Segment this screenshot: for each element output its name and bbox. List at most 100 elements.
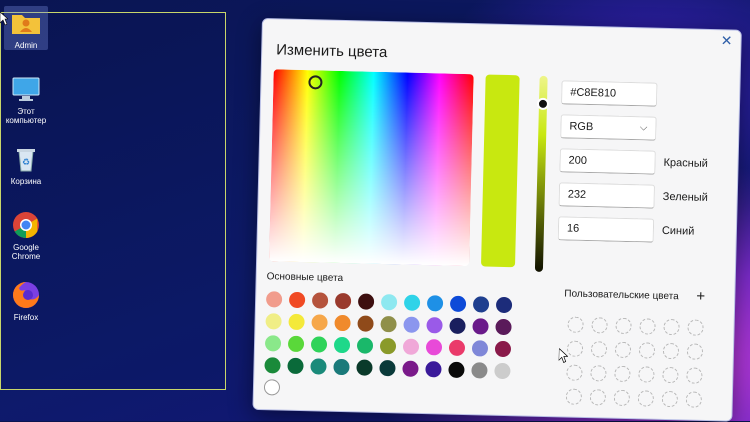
custom-color-slot[interactable] — [686, 367, 703, 384]
basic-color-swatch[interactable] — [380, 315, 397, 333]
basic-color-swatch[interactable] — [495, 318, 512, 336]
add-custom-color-button[interactable]: + — [696, 288, 705, 305]
close-icon: ✕ — [720, 32, 733, 49]
basic-color-swatch[interactable] — [494, 340, 512, 358]
basic-color-swatch[interactable] — [334, 292, 352, 310]
basic-color-swatch[interactable] — [287, 335, 305, 353]
basic-color-swatch[interactable] — [494, 362, 511, 380]
basic-color-swatch[interactable] — [311, 314, 328, 331]
firefox-icon — [9, 280, 43, 310]
basic-color-swatch[interactable] — [426, 317, 443, 334]
basic-color-swatch[interactable] — [357, 315, 374, 332]
basic-color-swatch[interactable] — [471, 340, 489, 357]
basic-color-swatch[interactable] — [402, 360, 419, 377]
user-folder-icon — [9, 8, 43, 38]
color-spectrum-picker[interactable] — [269, 69, 474, 267]
desktop-icon-label: Корзина — [10, 177, 42, 186]
basic-color-swatch[interactable] — [425, 339, 443, 356]
basic-color-swatch[interactable] — [265, 313, 282, 330]
basic-color-swatch[interactable] — [287, 357, 304, 375]
desktop-icon-chrome[interactable]: Google Chrome — [4, 208, 48, 261]
chevron-down-icon: ⌵ — [639, 122, 648, 134]
basic-color-swatch[interactable] — [471, 362, 488, 379]
custom-color-slot[interactable] — [613, 389, 631, 407]
basic-color-swatch[interactable] — [426, 295, 444, 312]
custom-color-slot[interactable] — [663, 318, 680, 336]
custom-color-slot[interactable] — [567, 316, 584, 333]
basic-color-swatch[interactable] — [311, 292, 329, 309]
custom-color-slot[interactable] — [589, 389, 607, 406]
basic-color-swatch[interactable] — [310, 336, 328, 353]
mouse-pointer-icon — [558, 348, 569, 363]
custom-color-slot[interactable] — [637, 390, 655, 407]
monitor-icon — [9, 74, 43, 104]
blue-input[interactable]: 16 — [557, 216, 655, 243]
basic-color-swatch[interactable] — [310, 358, 327, 375]
basic-color-swatch[interactable] — [449, 295, 467, 313]
green-label: Зеленый — [662, 190, 708, 204]
desktop-icon-this-pc[interactable]: Этот компьютер — [4, 72, 48, 125]
desktop-icon-firefox[interactable]: Firefox — [4, 278, 48, 322]
desktop-icon-label: Firefox — [13, 313, 39, 322]
custom-color-slot[interactable] — [614, 341, 632, 359]
basic-color-swatch[interactable] — [402, 338, 420, 355]
custom-color-slot[interactable] — [662, 366, 679, 384]
custom-color-slot[interactable] — [615, 317, 632, 335]
basic-color-swatch[interactable] — [449, 317, 466, 335]
mouse-pointer-icon — [0, 12, 8, 26]
custom-color-slot[interactable] — [638, 366, 655, 383]
luminance-slider-thumb[interactable] — [536, 97, 550, 111]
custom-color-slot[interactable] — [686, 343, 704, 360]
basic-color-swatch[interactable] — [334, 314, 351, 332]
basic-color-swatch[interactable] — [379, 359, 396, 377]
hex-input[interactable]: #C8E810 — [560, 80, 658, 107]
custom-color-slot[interactable] — [662, 342, 680, 360]
custom-color-slot[interactable] — [661, 390, 679, 408]
custom-color-slot[interactable] — [685, 391, 702, 408]
basic-color-swatch[interactable] — [448, 339, 466, 357]
basic-color-swatch[interactable] — [403, 316, 420, 333]
basic-color-swatch[interactable] — [403, 294, 421, 311]
basic-colors-grid — [263, 291, 513, 401]
custom-colors-title: Пользовательские цвета — [564, 288, 679, 303]
desktop-icon-admin[interactable]: Admin — [4, 6, 48, 50]
basic-color-swatch[interactable] — [380, 293, 398, 311]
green-input[interactable]: 232 — [558, 182, 656, 209]
custom-color-slot[interactable] — [566, 364, 583, 381]
desktop-icon-recycle-bin[interactable]: ♻ Корзина — [4, 142, 48, 186]
blue-label: Синий — [661, 224, 695, 238]
basic-color-swatch[interactable] — [425, 361, 442, 378]
basic-color-swatch[interactable] — [356, 337, 374, 354]
custom-color-slot[interactable] — [687, 319, 704, 336]
color-mode-select[interactable]: RGB ⌵ — [560, 114, 657, 141]
custom-color-slot[interactable] — [638, 342, 656, 359]
basic-color-swatch[interactable] — [356, 359, 373, 376]
basic-color-swatch[interactable] — [379, 337, 397, 355]
custom-color-slot[interactable] — [590, 341, 608, 358]
basic-color-swatch[interactable] — [333, 358, 350, 376]
spectrum-selector-handle[interactable] — [308, 75, 323, 90]
basic-color-swatch[interactable] — [472, 318, 489, 335]
custom-color-slot[interactable] — [614, 365, 631, 383]
basic-color-swatch[interactable] — [263, 379, 281, 396]
custom-color-slot[interactable] — [590, 365, 607, 382]
basic-color-swatch[interactable] — [472, 296, 490, 313]
basic-color-swatch[interactable] — [495, 296, 513, 314]
custom-color-slot[interactable] — [639, 318, 656, 335]
basic-color-swatch[interactable] — [333, 336, 351, 354]
basic-color-swatch[interactable] — [357, 293, 375, 310]
desktop-icon-label: Этот компьютер — [5, 107, 47, 125]
basic-color-swatch[interactable] — [288, 291, 306, 309]
basic-color-swatch[interactable] — [264, 335, 282, 352]
basic-color-swatch[interactable] — [264, 357, 281, 374]
basic-color-swatch[interactable] — [288, 313, 305, 331]
basic-color-swatch[interactable] — [265, 291, 283, 308]
svg-text:♻: ♻ — [22, 157, 30, 167]
custom-color-slot[interactable] — [565, 388, 583, 405]
luminance-slider[interactable] — [534, 75, 550, 272]
custom-color-slot[interactable] — [566, 340, 584, 357]
custom-color-slot[interactable] — [591, 317, 608, 334]
basic-color-swatch[interactable] — [448, 361, 465, 379]
red-input[interactable]: 200 — [559, 148, 656, 175]
close-button[interactable]: ✕ — [718, 32, 734, 48]
